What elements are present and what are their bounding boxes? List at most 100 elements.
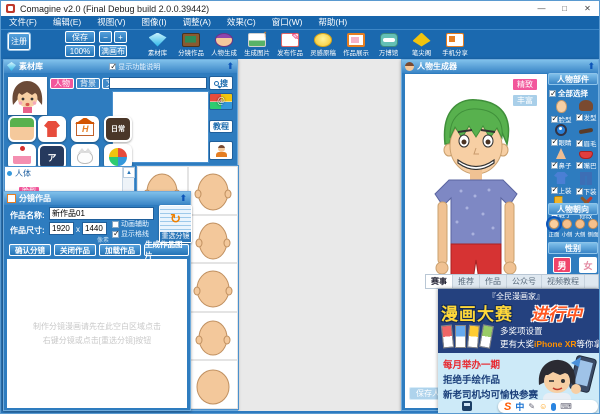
sticker-buildings[interactable]	[71, 116, 99, 142]
gender-male-button[interactable]: 男	[553, 257, 571, 273]
refresh-icon: ↻	[160, 206, 191, 232]
orientation-front[interactable]: 正面	[548, 219, 560, 239]
close-work-button[interactable]: 关闭作品	[54, 244, 96, 256]
select-all-checkbox[interactable]: 全部选择	[549, 88, 588, 99]
reselect-storyboard-button[interactable]: ↻ 重选分镜	[159, 205, 192, 243]
menu-effects[interactable]: 效果(C)	[219, 16, 264, 29]
gender-female-button[interactable]: 女	[579, 257, 597, 273]
orientation-big-side[interactable]: 大侧	[574, 219, 586, 239]
sogou-logo-icon[interactable]: S	[504, 402, 511, 412]
tab-works[interactable]: 作品	[480, 275, 507, 288]
width-input[interactable]	[49, 222, 74, 235]
generator-panel-header: 人物生成器 ⬆	[402, 60, 598, 73]
maximize-button[interactable]: □	[553, 1, 576, 16]
pen-icon[interactable]: ✎	[528, 402, 535, 412]
menu-window[interactable]: 窗口(W)	[264, 16, 311, 29]
zoom-in-button[interactable]: +	[114, 31, 127, 43]
anim-assist-checkbox[interactable]: 动画辅助	[112, 219, 149, 229]
show-help-checkbox[interactable]: 显示功能说明	[109, 62, 160, 72]
face-thumbnail[interactable]	[188, 312, 239, 361]
pinwheel-icon	[109, 148, 127, 166]
face-thumbnail[interactable]	[188, 215, 239, 264]
tool-museum[interactable]: 万博馆	[372, 30, 405, 60]
tool-phone-share[interactable]: 手机分享	[438, 30, 471, 60]
load-work-button[interactable]: 加载作品	[99, 244, 141, 256]
part-bottom-clothes[interactable]: 下装	[574, 172, 598, 196]
contest-ad-banner[interactable]: 『全民漫画家』 漫画大赛 进行中 多奖项设置 更有大奖iPhone XR等你拿 …	[438, 289, 599, 413]
tab-recommended[interactable]: 推荐	[453, 275, 480, 288]
orientation-profile[interactable]: 侧面	[587, 219, 599, 239]
emoji-icon[interactable]: ☺	[539, 402, 547, 412]
tool-storyboard[interactable]: 分镜作品	[174, 30, 207, 60]
tree-group-body[interactable]: 人体	[5, 167, 134, 180]
tool-export-image[interactable]: 生成图片	[240, 30, 273, 60]
menu-view[interactable]: 视图(V)	[89, 16, 133, 29]
part-hairstyle[interactable]: 发型	[574, 100, 598, 122]
tool-material-library[interactable]: 素材库	[141, 30, 174, 60]
storyboard-icon	[182, 33, 200, 47]
menu-edit[interactable]: 编辑(E)	[45, 16, 89, 29]
color-palette-button[interactable]	[209, 93, 233, 110]
part-nose[interactable]: 鼻子	[549, 148, 573, 170]
drawing-canvas[interactable]	[238, 59, 401, 411]
menu-help[interactable]: 帮助(H)	[310, 16, 355, 29]
tool-inspiration[interactable]: 灵感原稿	[306, 30, 339, 60]
face-thumbnail[interactable]	[188, 166, 239, 215]
part-face-shape[interactable]: 脸型	[549, 100, 573, 124]
search-button[interactable]: 搜	[209, 76, 233, 90]
girl-avatar-image	[10, 79, 45, 113]
orientation-slight-side[interactable]: 小侧	[561, 219, 573, 239]
save-button[interactable]: 保存	[65, 31, 95, 43]
sticker-characters[interactable]	[8, 116, 36, 142]
close-button[interactable]: ✕	[576, 1, 599, 16]
microphone-icon[interactable]	[551, 403, 556, 411]
tree-scrollbar[interactable]: ▲	[122, 167, 134, 192]
tab-video-tutorials[interactable]: 视频教程	[542, 275, 585, 288]
face-thumbnail[interactable]	[188, 263, 239, 312]
face-thumbnail[interactable]	[188, 360, 239, 409]
tool-gallery[interactable]: 作品展示	[339, 30, 372, 60]
ime-mode-toggle[interactable]: 中	[515, 402, 524, 412]
part-mouth[interactable]: 嘴巴	[574, 148, 598, 170]
storyboard-work-area[interactable]: 制作分镜漫画请先在此空白区域点击 右键分镜或点击[重选分镜]按钮	[7, 259, 187, 408]
height-input[interactable]	[82, 222, 107, 235]
search-input[interactable]	[109, 77, 207, 89]
person-icon	[218, 145, 225, 152]
generate-image-button[interactable]: 生成作品图片	[144, 244, 189, 256]
show-grid-checkbox[interactable]: 显示格线	[112, 229, 149, 239]
collapse-arrow-icon[interactable]: ⬆	[226, 62, 234, 71]
part-eyebrows[interactable]: 眉毛	[574, 124, 598, 148]
zoom-out-button[interactable]: −	[99, 31, 112, 43]
menu-file[interactable]: 文件(F)	[1, 16, 45, 29]
confirm-storyboard-button[interactable]: 确认分镜	[9, 244, 51, 256]
tool-publish[interactable]: 发布作品	[273, 30, 306, 60]
character-preset-button[interactable]	[209, 141, 233, 160]
collapse-arrow-icon[interactable]: ⬆	[179, 194, 187, 203]
sticker-daily[interactable]: 日常	[104, 116, 132, 142]
scroll-up-icon[interactable]: ▲	[123, 167, 135, 178]
zoom-level-button[interactable]: 100%	[65, 45, 95, 57]
part-top-clothes[interactable]: 上装	[549, 172, 573, 195]
register-button[interactable]: 注册	[8, 33, 30, 50]
quality-fine-button[interactable]: 精致	[512, 78, 538, 91]
selected-character-thumbnail[interactable]	[8, 77, 47, 115]
hint-line-1: 制作分镜漫画请先在此空白区域点击	[33, 321, 161, 332]
menu-bar: 文件(F) 编辑(E) 视图(V) 图像(I) 调整(A) 效果(C) 窗口(W…	[1, 16, 599, 29]
tutorial-button[interactable]: 教程	[209, 120, 233, 133]
fit-canvas-button[interactable]: 满画布	[99, 45, 127, 57]
collapse-arrow-icon[interactable]: ⬆	[587, 62, 595, 71]
minimize-button[interactable]: —	[530, 1, 553, 16]
tool-pen-pavilion[interactable]: 笔尖阁	[405, 30, 438, 60]
tab-contests[interactable]: 赛事	[426, 275, 453, 288]
menu-image[interactable]: 图像(I)	[134, 16, 175, 29]
part-eyes[interactable]: 眼睛	[549, 124, 573, 147]
tab-official-account[interactable]: 公众号	[507, 275, 542, 288]
tab-character[interactable]: 人物	[50, 78, 74, 89]
tray-icon[interactable]	[462, 401, 472, 411]
sticker-clothes[interactable]	[38, 116, 66, 142]
quality-rich-button[interactable]: 丰富	[512, 94, 538, 107]
menu-adjust[interactable]: 调整(A)	[175, 16, 219, 29]
tool-character-generator[interactable]: 人物生成	[207, 30, 240, 60]
keyboard-icon[interactable]: ⌨	[560, 402, 572, 412]
tab-background[interactable]: 背景	[76, 78, 100, 89]
